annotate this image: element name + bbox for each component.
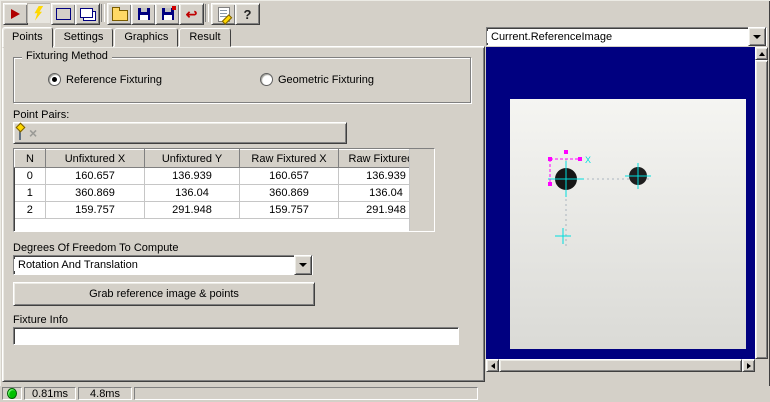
group-label: Fixturing Method bbox=[22, 50, 112, 62]
scroll-right-button[interactable] bbox=[742, 359, 755, 372]
floppy-icon bbox=[138, 8, 150, 20]
radio-label: Reference Fixturing bbox=[66, 74, 162, 86]
status-time-primary: 0.81ms bbox=[24, 387, 76, 400]
cell[interactable]: 136.04 bbox=[145, 185, 240, 202]
radio-label: Geometric Fixturing bbox=[278, 74, 374, 86]
cell[interactable]: 160.657 bbox=[46, 168, 145, 185]
cell[interactable]: 0 bbox=[15, 168, 46, 185]
point-pairs-label: Point Pairs: bbox=[13, 109, 69, 121]
electric-run-button[interactable] bbox=[27, 3, 50, 23]
cell[interactable]: 2 bbox=[15, 202, 46, 219]
grid-header-row: N Unfixtured X Unfixtured Y Raw Fixtured… bbox=[15, 150, 434, 168]
cell[interactable]: 360.869 bbox=[240, 185, 339, 202]
tab-graphics[interactable]: Graphics bbox=[114, 28, 178, 47]
undo-arrow-icon: ↩ bbox=[186, 7, 198, 21]
radio-unselected-icon bbox=[260, 73, 273, 86]
table-row[interactable]: 2 159.757 291.948 159.757 291.948 bbox=[15, 202, 434, 219]
col-header-n[interactable]: N bbox=[15, 150, 46, 168]
chevron-down-icon bbox=[753, 35, 761, 43]
page-pencil-icon bbox=[218, 7, 230, 22]
save-image-button[interactable] bbox=[155, 3, 180, 25]
cell[interactable]: 160.657 bbox=[240, 168, 339, 185]
col-header-ux[interactable]: Unfixtured X bbox=[46, 150, 145, 168]
tab-settings[interactable]: Settings bbox=[54, 28, 114, 47]
radio-reference-fixturing[interactable]: Reference Fixturing bbox=[48, 73, 162, 86]
h-scroll-thumb[interactable] bbox=[499, 359, 742, 372]
tab-bar: Points Settings Graphics Result bbox=[2, 28, 232, 47]
scroll-up-button[interactable] bbox=[755, 47, 768, 60]
scroll-left-button[interactable] bbox=[486, 359, 499, 372]
play-icon bbox=[11, 9, 20, 19]
fixturing-method-group: Fixturing Method Reference Fixturing Geo… bbox=[13, 57, 471, 103]
arrow-right-icon bbox=[747, 363, 754, 369]
reference-image-display[interactable]: X bbox=[486, 47, 755, 372]
grab-reference-button[interactable]: Grab reference image & points bbox=[13, 282, 315, 306]
arrow-left-icon bbox=[488, 363, 495, 369]
image-combo-dropdown-button[interactable] bbox=[748, 27, 766, 46]
dof-combo[interactable]: Rotation And Translation bbox=[13, 255, 313, 275]
run-button[interactable] bbox=[3, 3, 28, 25]
status-message-panel bbox=[134, 387, 478, 400]
photo-region bbox=[510, 99, 746, 349]
main-toolbar: ↩ ? bbox=[0, 0, 770, 27]
chevron-down-icon bbox=[299, 263, 307, 271]
points-tab-panel: Fixturing Method Reference Fixturing Geo… bbox=[2, 46, 485, 382]
image-source-value: Current.ReferenceImage bbox=[487, 31, 748, 43]
help-button[interactable]: ? bbox=[235, 3, 260, 25]
open-folder-icon bbox=[112, 10, 128, 21]
cell[interactable]: 1 bbox=[15, 185, 46, 202]
cell[interactable]: 291.948 bbox=[145, 202, 240, 219]
cell[interactable]: 360.869 bbox=[46, 185, 145, 202]
h-scrollbar[interactable] bbox=[486, 359, 755, 372]
scrollbar-corner bbox=[755, 359, 768, 372]
grid-filler bbox=[409, 149, 434, 231]
radio-geometric-fixturing[interactable]: Geometric Fixturing bbox=[260, 73, 374, 86]
status-time-secondary: 4.8ms bbox=[78, 387, 132, 400]
fixture-info-label: Fixture Info bbox=[13, 314, 68, 326]
point-pairs-toolbar: × bbox=[13, 122, 347, 144]
new-grid-icon bbox=[19, 126, 21, 140]
fixture-tool-window: ↩ ? Points Settings Graphics Result Fixt… bbox=[0, 0, 770, 402]
dof-combo-dropdown-button[interactable] bbox=[294, 255, 312, 275]
table-row[interactable]: 1 360.869 136.04 360.869 136.04 bbox=[15, 185, 434, 202]
cell[interactable]: 136.939 bbox=[145, 168, 240, 185]
image-source-combo[interactable]: Current.ReferenceImage bbox=[486, 27, 767, 46]
status-bar: 0.81ms 4.8ms bbox=[0, 386, 770, 402]
radio-selected-icon bbox=[48, 73, 61, 86]
col-header-uy[interactable]: Unfixtured Y bbox=[145, 150, 240, 168]
col-header-rfx[interactable]: Raw Fixtured X bbox=[240, 150, 339, 168]
dof-label: Degrees Of Freedom To Compute bbox=[13, 242, 178, 254]
cell[interactable]: 159.757 bbox=[240, 202, 339, 219]
image-display-frame: X bbox=[486, 47, 768, 385]
arrow-up-icon bbox=[759, 49, 765, 56]
fixture-info-input[interactable] bbox=[13, 327, 459, 345]
point-pairs-grid[interactable]: N Unfixtured X Unfixtured Y Raw Fixtured… bbox=[13, 148, 435, 232]
toolbar-separator bbox=[205, 4, 209, 22]
delete-point-pair-button[interactable]: × bbox=[29, 126, 37, 140]
tab-result[interactable]: Result bbox=[179, 28, 230, 47]
edit-report-button[interactable] bbox=[211, 3, 236, 25]
lightning-icon bbox=[34, 6, 44, 21]
floppy-plus-icon bbox=[162, 8, 174, 20]
add-point-pair-button[interactable] bbox=[19, 127, 21, 139]
display-images-button[interactable] bbox=[75, 3, 100, 25]
save-button[interactable] bbox=[131, 3, 156, 25]
image-icon bbox=[56, 8, 71, 20]
green-led-icon bbox=[7, 388, 17, 399]
axis-label-x: X bbox=[585, 155, 591, 165]
cell[interactable]: 159.757 bbox=[46, 202, 145, 219]
status-indicator bbox=[2, 387, 22, 400]
open-file-button[interactable] bbox=[107, 3, 132, 25]
tab-points[interactable]: Points bbox=[2, 27, 53, 48]
v-scrollbar[interactable] bbox=[755, 47, 768, 372]
dof-combo-value: Rotation And Translation bbox=[14, 259, 294, 271]
revert-button[interactable]: ↩ bbox=[179, 3, 204, 25]
toolbar-separator bbox=[101, 4, 105, 22]
table-row[interactable]: 0 160.657 136.939 160.657 136.939 bbox=[15, 168, 434, 185]
v-scroll-thumb[interactable] bbox=[755, 60, 768, 359]
display-image-button[interactable] bbox=[51, 3, 76, 25]
help-icon: ? bbox=[244, 8, 252, 21]
images-icon bbox=[80, 8, 93, 18]
